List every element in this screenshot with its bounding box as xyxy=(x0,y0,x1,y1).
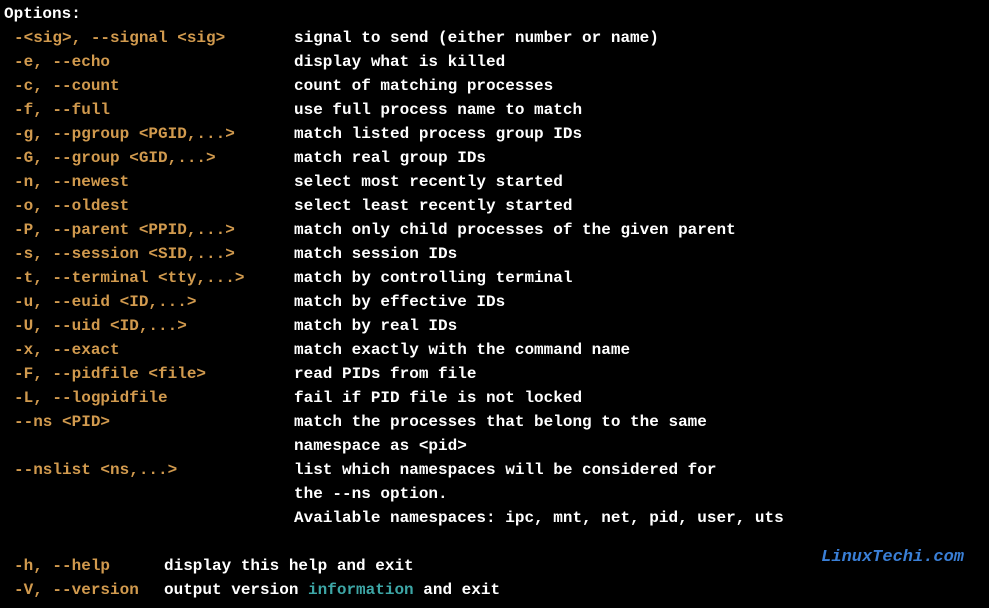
option-flag: -o, --oldest xyxy=(4,194,294,218)
option-description: match by controlling terminal xyxy=(294,266,985,290)
option-row: --nslist <ns,...>list which namespaces w… xyxy=(4,458,985,482)
option-row: the --ns option. xyxy=(4,482,985,506)
option-description: signal to send (either number or name) xyxy=(294,26,985,50)
option-flag: -x, --exact xyxy=(4,338,294,362)
option-flag: -s, --session <SID,...> xyxy=(4,242,294,266)
option-row: -x, --exactmatch exactly with the comman… xyxy=(4,338,985,362)
option-flag: -g, --pgroup <PGID,...> xyxy=(4,122,294,146)
terminal-output: Options: -<sig>, --signal <sig>signal to… xyxy=(4,2,985,602)
option-description: select least recently started xyxy=(294,194,985,218)
option-flag: -P, --parent <PPID,...> xyxy=(4,218,294,242)
option-description: namespace as <pid> xyxy=(294,434,985,458)
option-flag: -t, --terminal <tty,...> xyxy=(4,266,294,290)
option-flag: -c, --count xyxy=(4,74,294,98)
option-description: match session IDs xyxy=(294,242,985,266)
option-row: -P, --parent <PPID,...>match only child … xyxy=(4,218,985,242)
option-description: match only child processes of the given … xyxy=(294,218,985,242)
option-flag: --ns <PID> xyxy=(4,410,294,434)
option-description: the --ns option. xyxy=(294,482,985,506)
option-flag: -L, --logpidfile xyxy=(4,386,294,410)
option-description: match exactly with the command name xyxy=(294,338,985,362)
option-flag: -n, --newest xyxy=(4,170,294,194)
option-row: -u, --euid <ID,...>match by effective ID… xyxy=(4,290,985,314)
option-description: Available namespaces: ipc, mnt, net, pid… xyxy=(294,506,985,530)
option-flag xyxy=(4,434,294,458)
option-row: -<sig>, --signal <sig>signal to send (ei… xyxy=(4,26,985,50)
option-row: -s, --session <SID,...>match session IDs xyxy=(4,242,985,266)
option-row: -e, --echodisplay what is killed xyxy=(4,50,985,74)
option-flag: --nslist <ns,...> xyxy=(4,458,294,482)
footer-flag: -h, --help xyxy=(4,554,164,578)
option-description: use full process name to match xyxy=(294,98,985,122)
option-flag: -U, --uid <ID,...> xyxy=(4,314,294,338)
option-description: read PIDs from file xyxy=(294,362,985,386)
option-description: match by real IDs xyxy=(294,314,985,338)
option-description: fail if PID file is not locked xyxy=(294,386,985,410)
option-flag xyxy=(4,506,294,530)
option-row: -t, --terminal <tty,...>match by control… xyxy=(4,266,985,290)
options-list: -<sig>, --signal <sig>signal to send (ei… xyxy=(4,26,985,530)
option-description: match real group IDs xyxy=(294,146,985,170)
option-flag: -<sig>, --signal <sig> xyxy=(4,26,294,50)
options-header: Options: xyxy=(4,2,985,26)
option-flag: -u, --euid <ID,...> xyxy=(4,290,294,314)
option-description: list which namespaces will be considered… xyxy=(294,458,985,482)
option-row: namespace as <pid> xyxy=(4,434,985,458)
option-description: match listed process group IDs xyxy=(294,122,985,146)
option-flag: -e, --echo xyxy=(4,50,294,74)
option-row: -F, --pidfile <file> read PIDs from file xyxy=(4,362,985,386)
option-row: -U, --uid <ID,...>match by real IDs xyxy=(4,314,985,338)
option-flag xyxy=(4,482,294,506)
option-row: --ns <PID>match the processes that belon… xyxy=(4,410,985,434)
option-row: -f, --fulluse full process name to match xyxy=(4,98,985,122)
option-row: -o, --oldestselect least recently starte… xyxy=(4,194,985,218)
option-flag: -G, --group <GID,...> xyxy=(4,146,294,170)
option-description: display what is killed xyxy=(294,50,985,74)
option-flag: -f, --full xyxy=(4,98,294,122)
option-description: match by effective IDs xyxy=(294,290,985,314)
option-description: match the processes that belong to the s… xyxy=(294,410,985,434)
option-row: -g, --pgroup <PGID,...>match listed proc… xyxy=(4,122,985,146)
option-description: count of matching processes xyxy=(294,74,985,98)
option-row: -c, --countcount of matching processes xyxy=(4,74,985,98)
option-row: -n, --newestselect most recently started xyxy=(4,170,985,194)
footer-description: output version information and exit xyxy=(164,578,985,602)
highlighted-word: information xyxy=(308,581,414,599)
option-flag: -F, --pidfile <file> xyxy=(4,362,294,386)
option-row: -L, --logpidfilefail if PID file is not … xyxy=(4,386,985,410)
footer-row: -V, --versionoutput version information … xyxy=(4,578,985,602)
option-row: Available namespaces: ipc, mnt, net, pid… xyxy=(4,506,985,530)
option-description: select most recently started xyxy=(294,170,985,194)
option-row: -G, --group <GID,...>match real group ID… xyxy=(4,146,985,170)
watermark: LinuxTechi.com xyxy=(821,545,964,571)
footer-flag: -V, --version xyxy=(4,578,164,602)
